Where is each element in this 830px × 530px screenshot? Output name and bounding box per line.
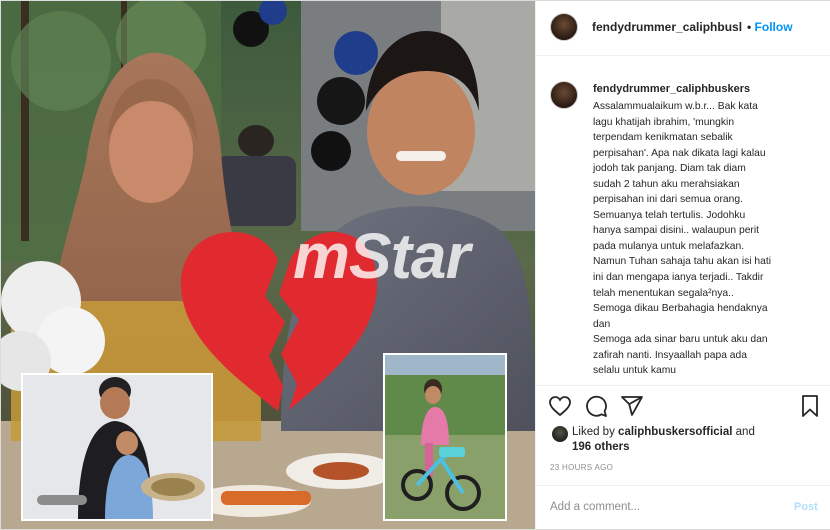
separator-dot: • bbox=[747, 20, 752, 34]
watermark: mStar bbox=[293, 220, 470, 292]
likes-others[interactable]: 196 others bbox=[572, 441, 630, 453]
follow-label: Follow bbox=[754, 20, 793, 34]
post-media[interactable]: mStar bbox=[1, 1, 535, 529]
post-sidebar: fendydrummer_caliphbusl • Follow fendydr… bbox=[535, 1, 830, 529]
inset-photo-bicycle bbox=[383, 353, 507, 521]
post-header: fendydrummer_caliphbusl • Follow bbox=[536, 1, 830, 56]
author-username[interactable]: fendydrummer_caliphbusl bbox=[592, 20, 742, 34]
author-avatar[interactable] bbox=[550, 13, 578, 41]
likes-conj: and bbox=[735, 426, 755, 438]
caption-avatar[interactable] bbox=[550, 81, 578, 109]
share-icon[interactable] bbox=[620, 394, 644, 418]
post-timestamp: 23 HOURS AGO bbox=[550, 463, 614, 472]
follow-button[interactable]: • Follow bbox=[747, 20, 793, 34]
caption-section[interactable]: fendydrummer_caliphbuskers Assalammualai… bbox=[536, 63, 830, 385]
liker-username[interactable]: caliphbuskersofficial bbox=[618, 426, 732, 438]
likes-text: Liked by caliphbuskersofficial and 196 o… bbox=[572, 425, 755, 455]
instagram-post: mStar fendydrummer_caliphbusl • Follow f… bbox=[0, 0, 830, 530]
bookmark-icon[interactable] bbox=[798, 394, 822, 418]
comment-input[interactable] bbox=[548, 500, 772, 514]
caption-text: Assalammualaikum w.b.r... Bak kata lagu … bbox=[593, 101, 772, 377]
liker-avatar bbox=[552, 426, 568, 442]
heart-icon[interactable] bbox=[548, 394, 572, 418]
post-comment-button[interactable]: Post bbox=[794, 501, 818, 513]
action-bar bbox=[536, 385, 830, 426]
caption-username[interactable]: fendydrummer_caliphbuskers bbox=[593, 83, 750, 95]
inset-photo-drums bbox=[21, 373, 213, 521]
comment-box: Post bbox=[536, 485, 830, 530]
likes-prefix: Liked by bbox=[572, 426, 615, 438]
comment-icon[interactable] bbox=[584, 394, 608, 418]
likes-summary[interactable]: Liked by caliphbuskersofficial and 196 o… bbox=[550, 423, 820, 457]
